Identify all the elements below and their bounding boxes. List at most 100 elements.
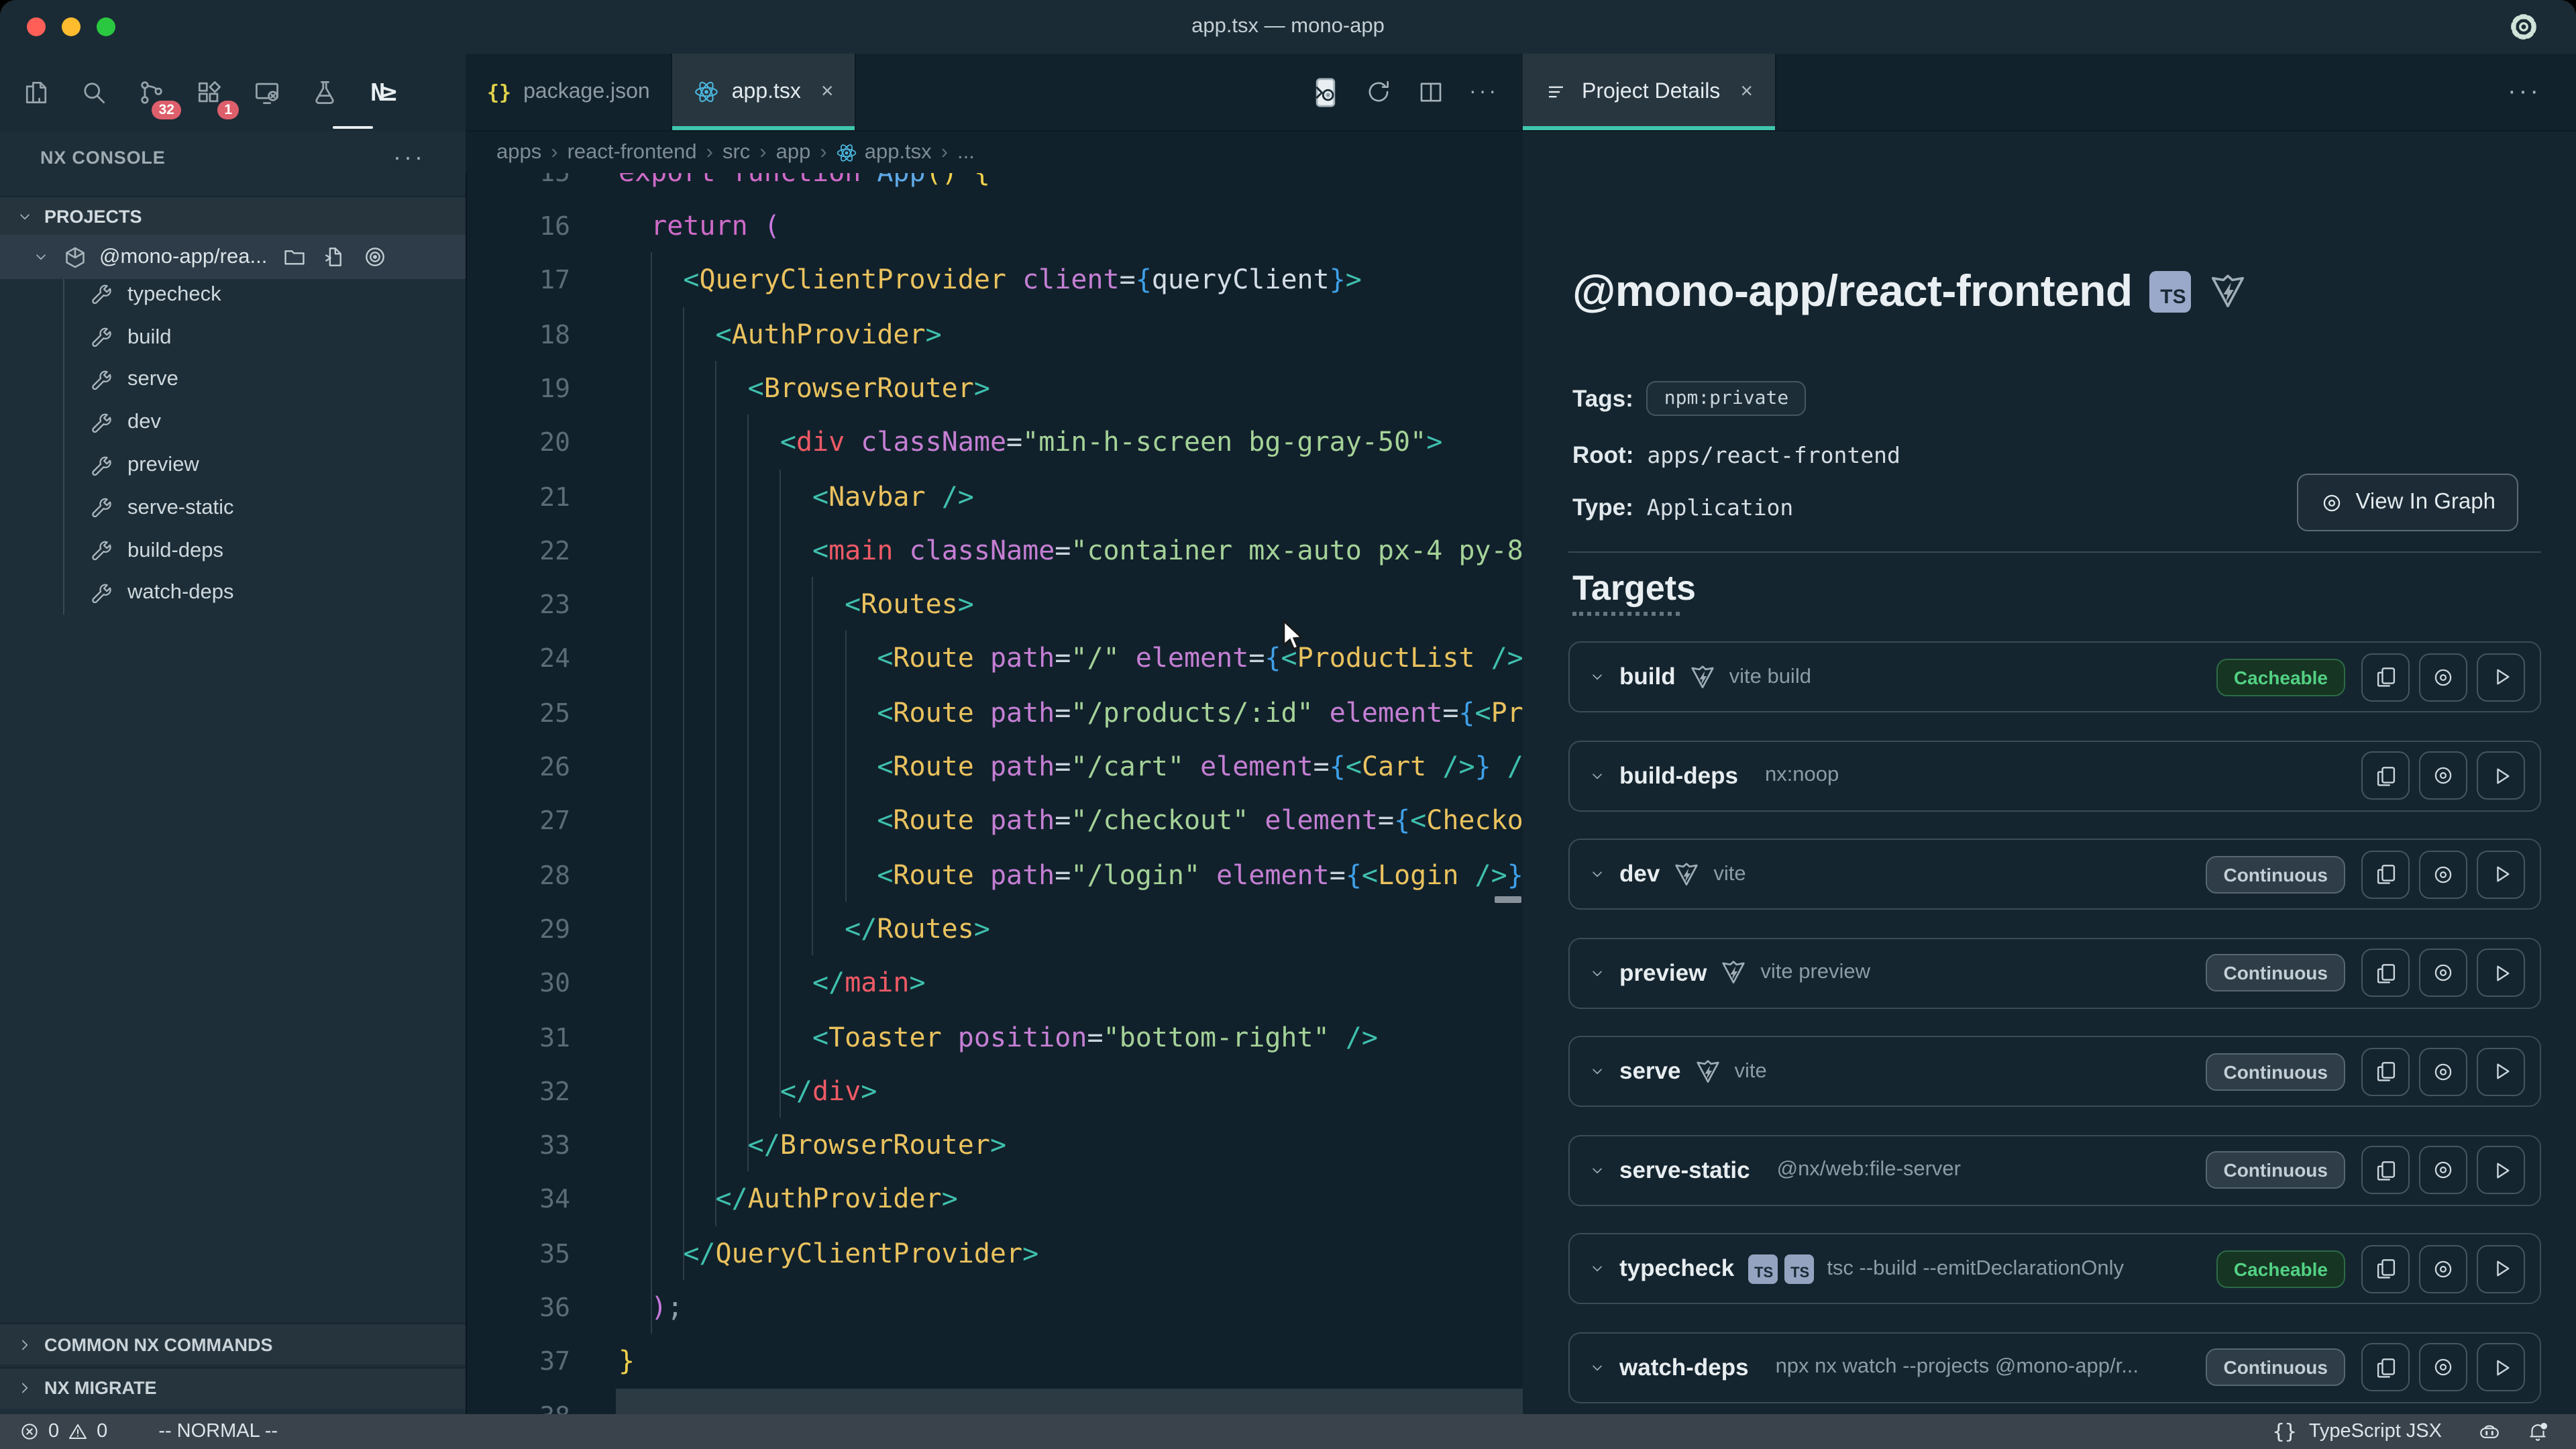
play-button[interactable] xyxy=(2477,1343,2525,1391)
target-card-serve[interactable]: serve vite Continuous xyxy=(1568,1036,2541,1107)
tree-item-preview[interactable]: preview xyxy=(0,444,466,487)
sidebar-more-icon[interactable]: ··· xyxy=(393,143,425,171)
tab-app-tsx[interactable]: app.tsx× xyxy=(673,54,857,130)
chevron-down-icon[interactable] xyxy=(1589,668,1606,686)
sidebar-section-nx-migrate[interactable]: NX MIGRATE xyxy=(0,1366,466,1408)
copy-button[interactable] xyxy=(2361,1343,2410,1391)
play-button[interactable] xyxy=(2477,850,2525,898)
activity-item-testing[interactable] xyxy=(307,75,342,110)
target-card-preview[interactable]: preview vite preview Continuous xyxy=(1568,937,2541,1008)
breadcrumb-item[interactable]: ... xyxy=(957,140,975,164)
braces-icon: {} xyxy=(487,80,511,104)
copy-button[interactable] xyxy=(2361,850,2410,898)
breadcrumb-item[interactable]: apps xyxy=(496,140,541,164)
wrench-icon xyxy=(89,325,114,350)
copy-button[interactable] xyxy=(2361,751,2410,800)
eye-icon xyxy=(2431,665,2455,689)
chevron-down-icon[interactable] xyxy=(1589,1063,1606,1080)
open-details-icon[interactable] xyxy=(1311,76,1340,108)
breadcrumb-item[interactable]: app.tsx xyxy=(837,140,932,164)
close-icon[interactable]: × xyxy=(821,80,834,104)
target-name: serve-static xyxy=(1619,1156,1750,1184)
copy-button[interactable] xyxy=(2361,1047,2410,1095)
folder-icon[interactable] xyxy=(282,244,307,270)
chevron-down-icon[interactable] xyxy=(1589,964,1606,981)
play-button[interactable] xyxy=(2477,653,2525,701)
eye-button[interactable] xyxy=(2419,751,2467,800)
chevron-down-icon[interactable] xyxy=(1589,1260,1606,1277)
chevron-down-icon[interactable] xyxy=(1589,767,1606,784)
root-value: apps/react-frontend xyxy=(1647,443,1900,468)
eye-button[interactable] xyxy=(2419,850,2467,898)
target-card-build[interactable]: build vite build Cacheable xyxy=(1568,641,2541,712)
activity-item-search[interactable] xyxy=(76,75,111,110)
play-button[interactable] xyxy=(2477,1244,2525,1293)
split-icon[interactable] xyxy=(1417,78,1445,106)
line-number: 17 xyxy=(467,254,570,309)
sidebar-section-common-nx-commands[interactable]: COMMON NX COMMANDS xyxy=(0,1323,466,1364)
error-count[interactable]: 0 xyxy=(48,1421,59,1442)
tree-item-dev[interactable]: dev xyxy=(0,402,466,445)
eye-button[interactable] xyxy=(2419,1146,2467,1194)
eye-button[interactable] xyxy=(2419,1244,2467,1293)
bell-icon[interactable] xyxy=(2526,1420,2549,1443)
copy-button[interactable] xyxy=(2361,1244,2410,1293)
eye-button[interactable] xyxy=(2419,949,2467,997)
tab-package-json[interactable]: {}package.json xyxy=(466,54,673,130)
breadcrumb-item[interactable]: react-frontend xyxy=(568,140,697,164)
chevron-down-icon[interactable] xyxy=(1589,865,1606,883)
activity-item-nx-console[interactable]: N≥ xyxy=(365,75,400,110)
breadcrumb-item[interactable]: src xyxy=(722,140,750,164)
goto-file-icon[interactable] xyxy=(322,244,347,270)
eye-button[interactable] xyxy=(2419,653,2467,701)
tree-item-typecheck[interactable]: typecheck xyxy=(0,274,466,317)
tree-item-build[interactable]: build xyxy=(0,317,466,360)
copilot-icon[interactable] xyxy=(2478,1420,2501,1443)
warning-icon[interactable] xyxy=(67,1421,89,1442)
activity-item-source-control[interactable]: 32 xyxy=(134,75,169,110)
more-actions-icon[interactable]: ··· xyxy=(1469,80,1499,104)
error-icon[interactable] xyxy=(19,1421,40,1442)
copy-button[interactable] xyxy=(2361,1146,2410,1194)
code-editor[interactable]: 15export function App() {16 return (17 <… xyxy=(466,173,1523,1414)
activity-item-remote-explorer[interactable] xyxy=(250,75,284,110)
activity-item-explorer[interactable] xyxy=(19,75,54,110)
target-icon[interactable] xyxy=(362,244,388,270)
panel-more-icon[interactable]: ··· xyxy=(2508,77,2576,107)
target-card-build-deps[interactable]: build-deps nx:noop xyxy=(1568,740,2541,811)
sidebar-section-projects[interactable]: PROJECTS xyxy=(0,196,466,235)
tree-item-watch-deps[interactable]: watch-deps xyxy=(0,572,466,615)
overview-ruler-cursor-mark[interactable] xyxy=(1495,896,1521,902)
tree-item-serve-static[interactable]: serve-static xyxy=(0,487,466,530)
breadcrumb-item[interactable]: app xyxy=(776,140,811,164)
sidebar-item-project[interactable]: @mono-app/rea... xyxy=(0,235,466,279)
target-command: vite build xyxy=(1729,665,2203,689)
chevron-down-icon[interactable] xyxy=(1589,1358,1606,1376)
play-button[interactable] xyxy=(2477,1146,2525,1194)
gear-icon[interactable] xyxy=(2506,9,2541,44)
language-mode[interactable]: TypeScript JSX xyxy=(2309,1421,2442,1442)
braces-icon: {} xyxy=(2273,1419,2297,1444)
tree-item-build-deps[interactable]: build-deps xyxy=(0,530,466,573)
chevron-down-icon xyxy=(16,207,34,225)
target-card-watch-deps[interactable]: watch-deps npx nx watch --projects @mono… xyxy=(1568,1332,2541,1403)
refresh-icon[interactable] xyxy=(1364,78,1393,106)
play-button[interactable] xyxy=(2477,1047,2525,1095)
target-card-serve-static[interactable]: serve-static @nx/web:file-server Continu… xyxy=(1568,1134,2541,1205)
target-card-dev[interactable]: dev vite Continuous xyxy=(1568,839,2541,910)
copy-button[interactable] xyxy=(2361,653,2410,701)
view-in-graph-button[interactable]: View In Graph xyxy=(2296,474,2518,531)
activity-item-extensions[interactable]: 1 xyxy=(192,75,227,110)
close-icon[interactable]: × xyxy=(1740,80,1753,104)
project-label: @mono-app/rea... xyxy=(99,245,267,269)
play-button[interactable] xyxy=(2477,949,2525,997)
target-card-typecheck[interactable]: typecheck TSTS tsc --build --emitDeclara… xyxy=(1568,1233,2541,1304)
eye-button[interactable] xyxy=(2419,1047,2467,1095)
play-button[interactable] xyxy=(2477,751,2525,800)
eye-button[interactable] xyxy=(2419,1343,2467,1391)
chevron-down-icon[interactable] xyxy=(1589,1161,1606,1179)
copy-button[interactable] xyxy=(2361,949,2410,997)
warning-count[interactable]: 0 xyxy=(97,1421,107,1442)
tree-item-serve[interactable]: serve xyxy=(0,359,466,402)
tab-project-details[interactable]: Project Details × xyxy=(1523,54,1776,130)
